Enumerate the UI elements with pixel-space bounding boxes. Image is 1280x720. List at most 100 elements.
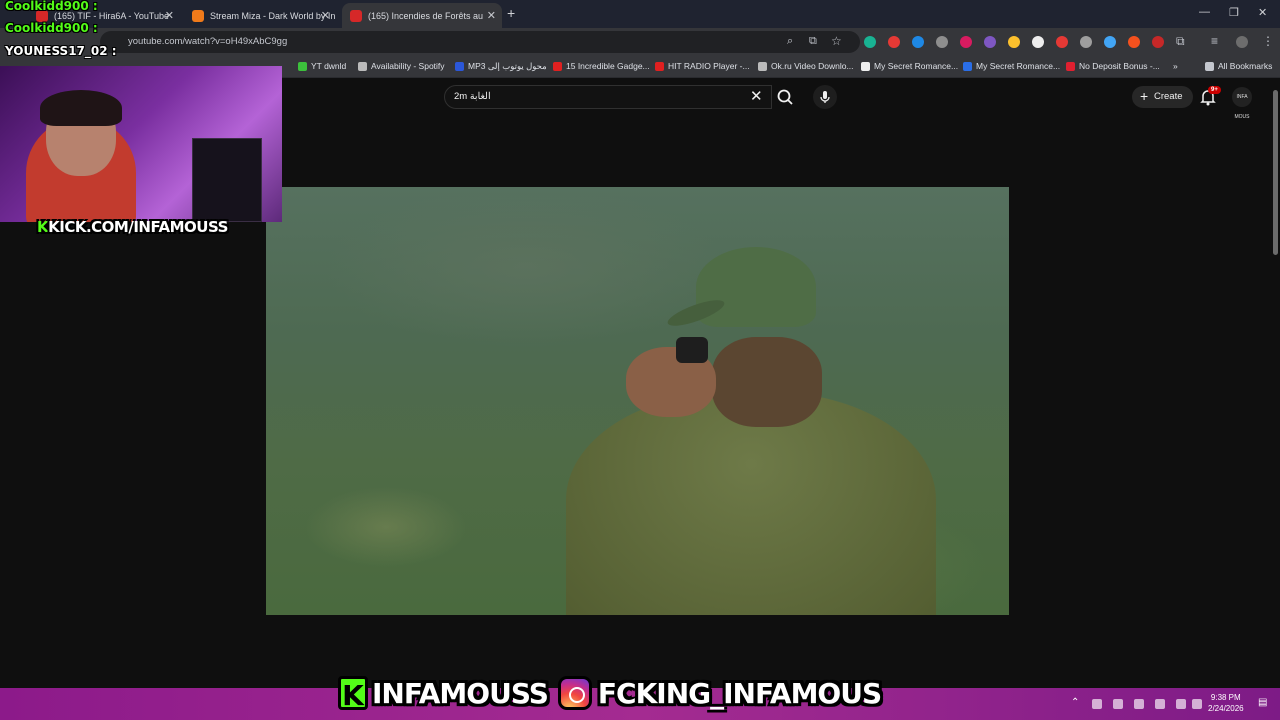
extension-icon[interactable]	[1152, 36, 1164, 48]
folder-icon	[1205, 61, 1214, 71]
extension-icon[interactable]	[1128, 36, 1140, 48]
extension-icon[interactable]	[864, 36, 876, 48]
bookmark-label: My Secret Romance...	[874, 61, 959, 71]
bookmark-item[interactable]: YT dwnld	[298, 61, 346, 71]
instagram-logo-icon	[557, 676, 592, 710]
volume-icon[interactable]	[1192, 699, 1202, 709]
profile-avatar[interactable]	[1236, 36, 1248, 48]
extension-icon[interactable]	[984, 36, 996, 48]
clear-search-icon[interactable]: ✕	[750, 87, 763, 105]
close-tab-icon[interactable]: ✕	[321, 9, 330, 22]
bookmark-label: My Secret Romance...	[976, 61, 1061, 71]
bookmark-label: YT dwnld	[311, 61, 347, 71]
bookmark-item[interactable]: MP3 محول يوتوب إلى	[455, 61, 547, 72]
bookmark-item[interactable]: 15 Incredible Gadge...	[553, 61, 650, 71]
bookmark-favicon-icon	[455, 62, 464, 71]
all-bookmarks-button[interactable]: All Bookmarks	[1205, 61, 1272, 71]
instagram-handle: FCKING_INFAMOUS	[597, 676, 882, 710]
video-frame-binoculars	[676, 337, 708, 363]
microphone-icon	[820, 91, 830, 103]
bookmark-label: No Deposit Bonus -...	[1079, 61, 1160, 71]
bookmark-item[interactable]: Availability - Spotify	[358, 61, 445, 71]
extension-icon[interactable]	[1032, 36, 1044, 48]
media-control-icon[interactable]: ≡	[1211, 34, 1218, 48]
kick-logo-icon: K	[37, 218, 49, 236]
bookmark-label: 15 Incredible Gadge...	[566, 61, 650, 71]
search-button[interactable]	[772, 85, 800, 109]
tab-title: Stream Miza - Dark World by In	[210, 10, 336, 21]
bookmark-label: MP3 محول يوتوب إلى	[468, 61, 547, 71]
webcam-streamer-hair	[40, 90, 122, 126]
extension-icon[interactable]	[936, 36, 948, 48]
tray-chevron-icon[interactable]: ⌃	[1071, 697, 1079, 708]
restore-icon[interactable]: ❐	[1229, 6, 1239, 19]
taskbar-clock[interactable]: 9:38 PM 2/24/2026	[1208, 692, 1244, 714]
tray-mic-icon[interactable]	[1155, 699, 1165, 709]
browser-tab-strip: (165) TIF - Hira6A - YouTube ✕ Stream Mi…	[0, 0, 1280, 28]
new-tab-button[interactable]: +	[507, 5, 515, 21]
video-frame-detail	[696, 247, 816, 327]
clock-time: 9:38 PM	[1210, 693, 1241, 702]
extension-icon[interactable]	[960, 36, 972, 48]
close-window-icon[interactable]: ✕	[1258, 6, 1267, 19]
search-input-value[interactable]: 2m الغابة	[454, 91, 491, 102]
kick-url-label: KKICK.COM/INFAMOUSS	[37, 218, 228, 236]
extension-icon[interactable]	[1008, 36, 1020, 48]
extension-icon[interactable]	[1056, 36, 1068, 48]
close-tab-icon[interactable]: ✕	[165, 9, 174, 22]
bookmark-label: Ok.ru Video Downlo...	[771, 61, 854, 71]
close-tab-icon[interactable]: ✕	[487, 9, 496, 22]
chrome-menu-icon[interactable]: ⋮	[1262, 34, 1274, 48]
create-button[interactable]: + Create	[1132, 86, 1193, 108]
bookmark-item[interactable]: Ok.ru Video Downlo...	[758, 61, 854, 71]
kick-handle: INFAMOUSS	[372, 676, 549, 710]
all-bookmarks-label: All Bookmarks	[1218, 61, 1273, 71]
bookmark-item[interactable]: My Secret Romance...	[861, 61, 958, 71]
zoom-icon[interactable]: ⌕	[787, 35, 793, 48]
extension-icon[interactable]	[1104, 36, 1116, 48]
bookmark-favicon-icon	[1066, 61, 1075, 71]
bookmark-favicon-icon	[758, 61, 767, 71]
tray-sync-icon[interactable]	[1134, 699, 1144, 709]
search-input[interactable]	[444, 85, 772, 109]
bookmark-favicon-icon	[655, 61, 664, 71]
chat-username: Coolkidd900 :	[5, 0, 98, 13]
extension-icon[interactable]	[1080, 36, 1092, 48]
bookmark-favicon-icon	[358, 61, 367, 71]
extension-icon[interactable]	[912, 36, 924, 48]
tab-title: (165) Incendies de Forêts au	[368, 10, 484, 21]
notification-center-icon[interactable]: ▤	[1258, 697, 1267, 708]
bookmarks-overflow-icon[interactable]: »	[1173, 61, 1178, 71]
tray-discord-icon[interactable]	[1113, 699, 1123, 709]
account-avatar[interactable]: INFA MOUS	[1232, 87, 1252, 120]
youtube-favicon-icon	[350, 9, 362, 22]
plus-icon: +	[1140, 88, 1149, 104]
bookmark-item[interactable]: No Deposit Bonus -...	[1066, 61, 1160, 71]
page-scrollbar[interactable]	[1273, 90, 1278, 255]
chat-username: Coolkidd900 :	[5, 21, 98, 35]
video-frame-detail	[712, 337, 822, 427]
bookmark-favicon-icon	[553, 61, 562, 71]
streamer-webcam	[0, 66, 282, 222]
install-icon[interactable]: ⧉	[809, 35, 817, 48]
network-icon[interactable]	[1176, 699, 1186, 709]
voice-search-button[interactable]	[813, 85, 837, 109]
tab-youtube-active[interactable]: (165) Incendies de Forêts au ✕	[342, 3, 502, 28]
stream-social-banner: K INFAMOUSS FCKING_INFAMOUS	[338, 672, 882, 714]
bookmark-item[interactable]: HIT RADIO Player -...	[655, 61, 750, 71]
tab-stream-miza[interactable]: Stream Miza - Dark World by In ✕	[184, 3, 336, 28]
soundcloud-favicon-icon	[192, 9, 204, 22]
video-player[interactable]	[266, 187, 1009, 615]
clock-date: 2/24/2026	[1208, 704, 1244, 713]
minimize-icon[interactable]: —	[1199, 6, 1210, 18]
bookmark-star-icon[interactable]: ☆	[831, 34, 842, 48]
tray-app-icon[interactable]	[1092, 699, 1102, 709]
url-text[interactable]: youtube.com/watch?v=oH49xAbC9gg	[128, 36, 287, 47]
bookmark-favicon-icon	[861, 61, 870, 71]
bookmark-label: HIT RADIO Player -...	[668, 61, 750, 71]
extensions-puzzle-icon[interactable]: ⧉	[1176, 34, 1185, 49]
extension-icon[interactable]	[888, 36, 900, 48]
bookmark-favicon-icon	[963, 61, 972, 71]
create-label: Create	[1154, 91, 1183, 102]
bookmark-item[interactable]: My Secret Romance...	[963, 61, 1060, 71]
